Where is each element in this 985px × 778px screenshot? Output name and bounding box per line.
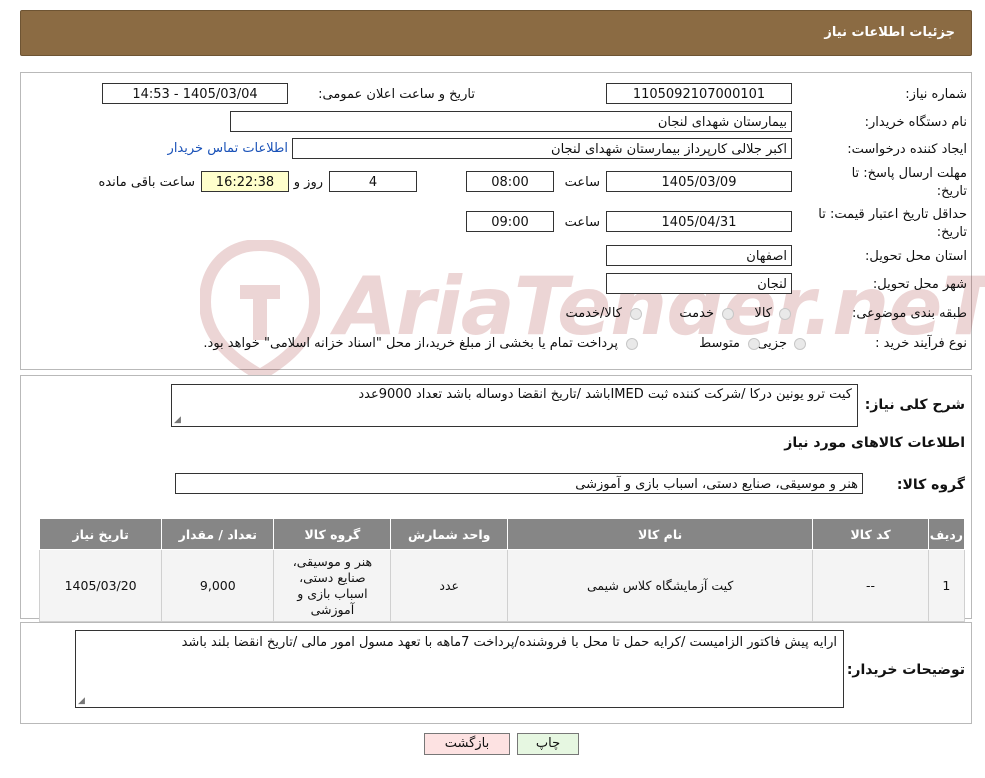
purchase-option-medium: متوسط [699,336,740,351]
reply-date-field: 1405/03/09 [606,171,792,192]
validity-label-2: تاریخ: [936,225,967,240]
validity-time-field: 09:00 [466,211,554,232]
back-button[interactable]: بازگشت [424,733,510,755]
reply-time-label: ساعت [564,175,600,190]
category-radio-service[interactable] [722,308,734,320]
creator-label: ایجاد کننده درخواست: [847,142,967,157]
province-field: اصفهان [606,245,792,266]
resize-handle-icon[interactable]: ◢ [174,415,181,425]
col-name: نام کالا [506,518,814,550]
col-code: کد کالا [812,518,929,550]
announce-label: تاریخ و ساعت اعلان عمومی: [318,87,475,102]
category-option-goods-service: کالا/خدمت [565,306,622,321]
cell-code: -- [812,549,929,622]
category-option-service: خدمت [679,306,714,321]
category-radio-goods[interactable] [779,308,791,320]
buyer-contact-link[interactable]: اطلاعات تماس خریدار [168,141,288,156]
announce-field: 1405/03/04 - 14:53 [102,83,288,104]
validity-date-field: 1405/04/31 [606,211,792,232]
cell-group: هنر و موسیقی، صنایع دستی، اسباب بازی و آ… [273,549,392,622]
category-label: طبقه بندی موضوعی: [851,306,967,321]
col-date: تاریخ نیاز [38,518,163,550]
remaining-label: ساعت باقی مانده [98,175,195,190]
buyer-notes-text: ارایه پیش فاکتور الزامیست /کرایه حمل تا … [181,635,837,650]
print-button[interactable]: چاپ [517,733,579,755]
purchase-radio-medium[interactable] [748,338,760,350]
cell-date: 1405/03/20 [38,549,163,622]
province-label: استان محل تحویل: [865,249,967,264]
col-unit: واحد شمارش [390,518,508,550]
col-qty: تعداد / مقدار [161,518,275,550]
category-option-goods: کالا [754,306,772,321]
purchase-note: پرداخت تمام یا بخشی از مبلغ خرید،از محل … [203,336,618,351]
buyer-org-field: بیمارستان شهدای لنجان [230,111,792,132]
goods-section-title: اطلاعات کالاهای مورد نیاز [784,435,965,451]
col-row: ردیف [927,518,966,550]
goods-table: ردیف کد کالا نام کالا واحد شمارش گروه کا… [38,518,966,622]
buyer-notes-textarea[interactable]: ارایه پیش فاکتور الزامیست /کرایه حمل تا … [75,630,844,708]
buyer-notes-label: توضیحات خریدار: [846,662,965,678]
page-title: جزئيات اطلاعات نیاز [824,25,955,40]
cell-qty: 9,000 [161,549,275,622]
goods-table-header: ردیف کد کالا نام کالا واحد شمارش گروه کا… [38,518,966,550]
table-row: 1 -- کیت آزمایشگاه کلاس شیمی عدد هنر و م… [38,549,966,622]
summary-label: شرح کلی نیاز: [864,397,965,413]
city-field: لنجان [606,273,792,294]
summary-textarea[interactable]: کیت ترو یونین درکا /شرکت کننده ثبت IMEDب… [171,384,858,427]
page-header: جزئيات اطلاعات نیاز [20,10,972,56]
goods-group-label: گروه کالا: [896,477,965,493]
need-number-label: شماره نیاز: [905,87,967,102]
category-radio-goods-service[interactable] [630,308,642,320]
reply-deadline-label-2: تاریخ: [936,184,967,199]
reply-deadline-label: مهلت ارسال پاسخ: تا [851,166,967,181]
cell-name: کیت آزمایشگاه کلاس شیمی [506,549,814,622]
goods-group-field: هنر و موسیقی، صنایع دستی، اسباب بازی و آ… [175,473,863,494]
validity-time-label: ساعت [564,215,600,230]
creator-field: اکبر جلالی کارپرداز بیمارستان شهدای لنجا… [292,138,792,159]
col-group: گروه کالا [273,518,392,550]
remaining-time-field: 16:22:38 [201,171,289,192]
purchase-radio-small[interactable] [794,338,806,350]
watermark-logo-icon [198,238,322,382]
validity-label: حداقل تاریخ اعتبار قیمت: تا [818,207,967,222]
summary-text: کیت ترو یونین درکا /شرکت کننده ثبت IMEDب… [358,387,852,402]
days-label: روز و [293,175,323,190]
purchase-option-small: جزیی [757,336,787,351]
cell-row: 1 [927,549,966,622]
need-number-field: 1105092107000101 [606,83,792,104]
purchase-type-label: نوع فرآیند خرید : [875,336,967,351]
buyer-org-label: نام دستگاه خریدار: [864,115,967,130]
resize-handle-icon[interactable]: ◢ [78,696,85,706]
reply-time-field: 08:00 [466,171,554,192]
city-label: شهر محل تحویل: [872,277,967,292]
cell-unit: عدد [390,549,508,622]
purchase-radio-treasury[interactable] [626,338,638,350]
days-field: 4 [329,171,417,192]
